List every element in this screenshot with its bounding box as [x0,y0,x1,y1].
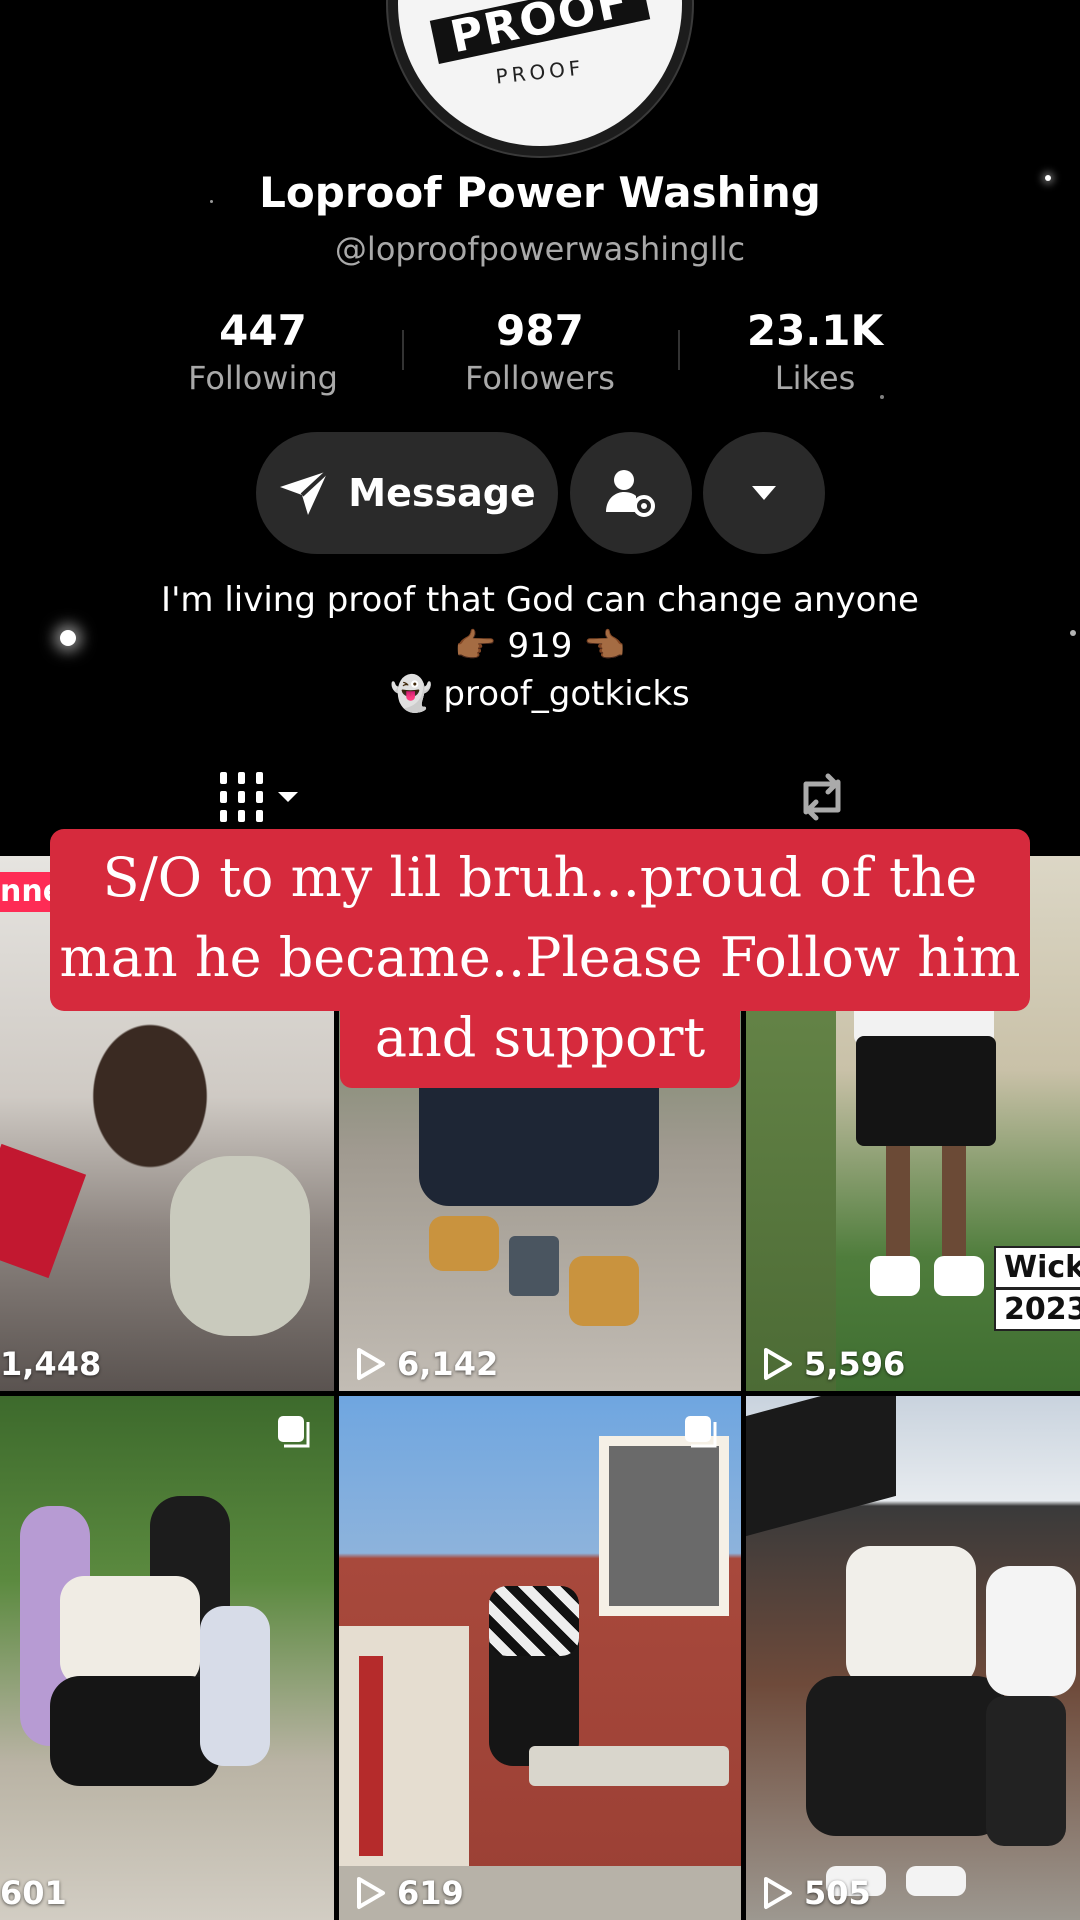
video-tile[interactable]: 601 [0,1396,334,1920]
likes-stat[interactable]: 23.1K Likes [695,306,935,397]
bio-number: 919 [507,626,573,666]
snapchat-handle: proof_gotkicks [443,674,690,714]
display-name: Loproof Power Washing [259,168,821,217]
pinned-badge-text: nne [0,874,56,909]
followers-label: Followers [465,359,615,397]
view-count-row: 5,596 [762,1345,905,1383]
pointing-left-emoji: 👈🏾 [583,626,626,666]
ghost-icon: 👻 [390,674,433,714]
following-stat[interactable]: 447 Following [143,306,383,397]
view-count: 619 [397,1874,464,1912]
play-icon [357,1877,385,1909]
view-count: 5,596 [804,1345,906,1383]
play-icon [357,1348,385,1380]
view-count: 601 [0,1874,67,1912]
multi-photo-icon [278,1416,310,1448]
tile-label: 2023 [994,1288,1080,1331]
play-icon [764,1877,792,1909]
stat-divider [402,330,404,370]
view-count-row: 619 [355,1874,464,1912]
bio-line: 👉🏾 919 👈🏾 [0,626,1080,666]
bio-link[interactable]: 👻 proof_gotkicks [0,674,1080,714]
user-settings-icon [606,470,655,517]
following-label: Following [188,359,338,397]
play-icon [764,1348,792,1380]
followers-stat[interactable]: 987 Followers [420,306,660,397]
more-options-button[interactable] [703,432,825,554]
message-button[interactable]: Message [256,432,558,554]
message-button-label: Message [348,471,536,515]
pointing-right-emoji: 👉🏾 [454,626,497,666]
user-settings-button[interactable] [570,432,692,554]
dropdown-arrow-icon [752,486,776,500]
caption-line: S/O to my lil bruh...proud of the [102,846,978,909]
view-count-row: 6,142 [355,1345,498,1383]
video-tile[interactable]: 619 [339,1396,741,1920]
caption-line: man he became..Please Follow him [59,926,1021,989]
tile-label: Wicks [994,1246,1080,1289]
following-count: 447 [219,306,307,355]
video-tile[interactable]: 505 [746,1396,1080,1920]
view-count: 1,448 [0,1345,102,1383]
likes-count: 23.1K [746,306,884,355]
stat-divider [678,330,680,370]
multi-photo-icon [685,1416,717,1448]
videos-grid-icon[interactable] [218,770,302,824]
view-count-row: 505 [762,1874,871,1912]
username: @loproofpowerwashingllc [334,230,746,268]
pinned-badge: nne [0,872,56,912]
followers-count: 987 [496,306,584,355]
bio-line: I'm living proof that God can change any… [161,580,919,620]
likes-label: Likes [774,359,856,397]
logo-wordmark: PROOF [429,0,651,64]
send-icon [280,469,330,515]
logo-ring-text: PROOF [494,55,586,89]
caption-line: and support [374,1006,706,1069]
profile-avatar[interactable]: PROOF PROOF [386,0,694,158]
view-count: 505 [804,1874,871,1912]
view-count: 6,142 [397,1345,499,1383]
caption-overlay: S/O to my lil bruh...proud of the man he… [50,838,1030,1078]
reposts-icon[interactable] [792,770,852,824]
